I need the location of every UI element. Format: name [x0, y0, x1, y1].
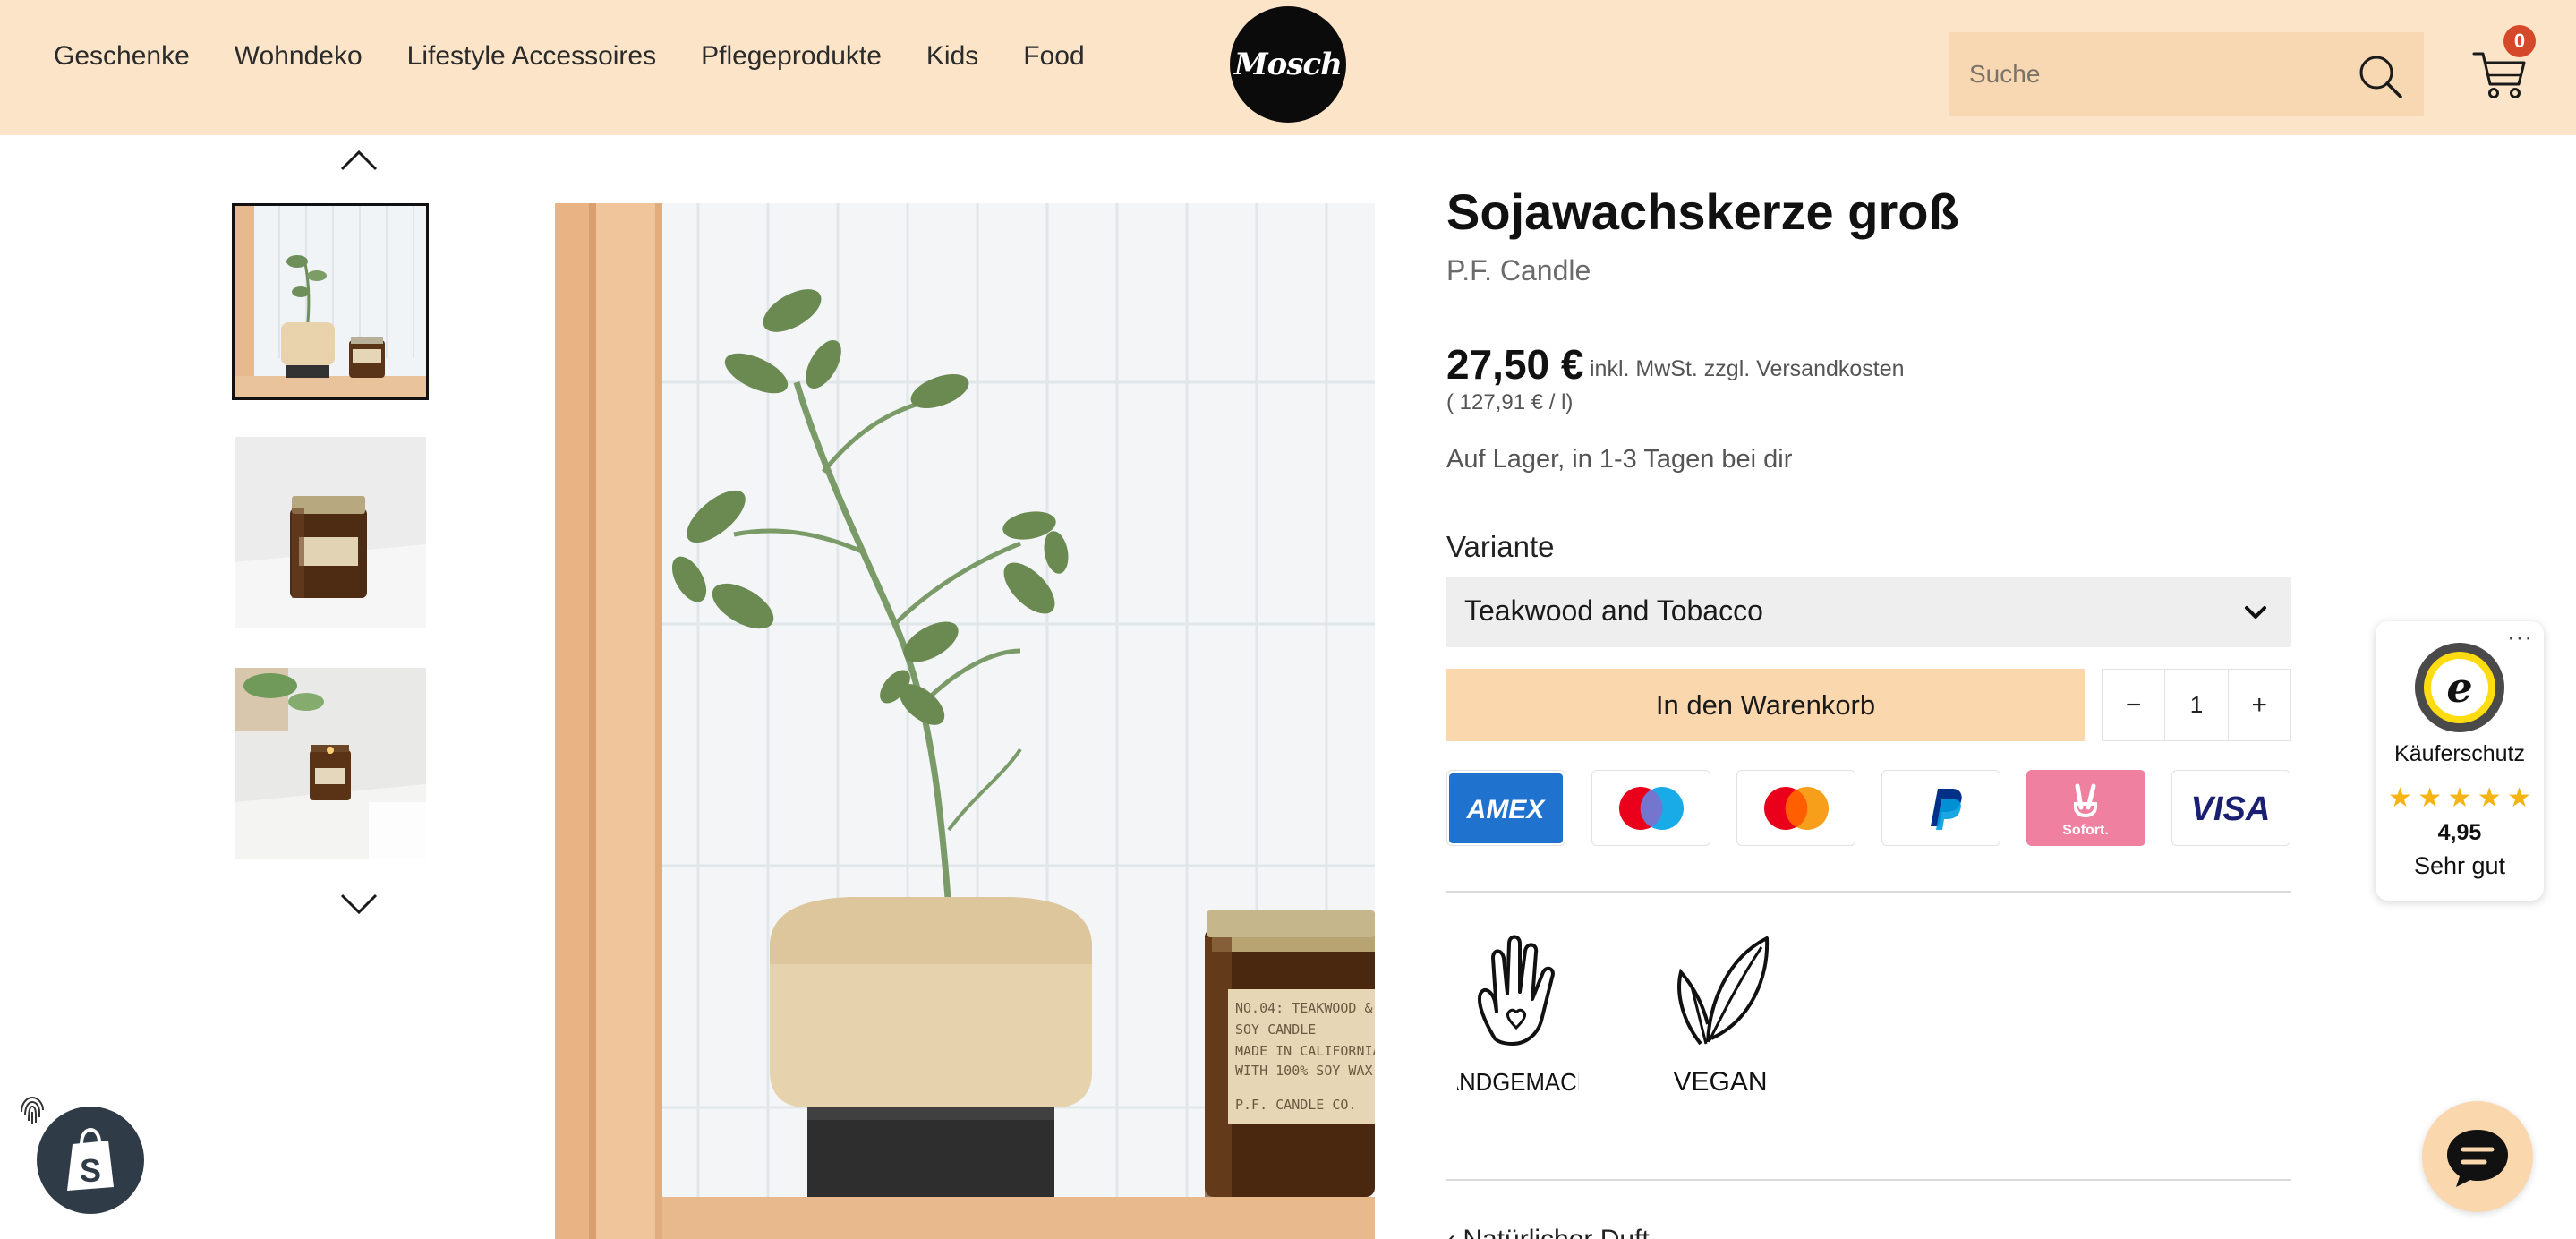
shopify-bag-icon: S	[67, 1127, 114, 1191]
chevron-down-icon	[2245, 606, 2266, 619]
nav-food[interactable]: Food	[1023, 41, 1084, 72]
main-product-image: NO.04: TEAKWOOD & SOY CANDLE MADE IN CAL…	[555, 203, 1375, 1239]
maestro-icon	[1591, 770, 1710, 846]
variant-selected-value: Teakwood and Tobacco	[1464, 594, 1763, 627]
search-input[interactable]	[1969, 32, 2327, 116]
visa-icon: VISA	[2171, 770, 2290, 846]
site-header: Geschenke Wohndeko Lifestyle Accessoires…	[0, 0, 2576, 135]
svg-text:e: e	[2446, 663, 2472, 712]
star-icon: ★	[2388, 783, 2412, 813]
candle-label-line-1: NO.04: TEAKWOOD &	[1235, 1000, 1373, 1016]
tax-note: inkl. MwSt. zzgl. Versandkosten	[1590, 356, 1905, 381]
accordion-natural-scent[interactable]: ‹ Natürlicher Duft	[1446, 1225, 1650, 1239]
add-to-cart-button[interactable]: In den Warenkorb	[1446, 669, 2085, 741]
star-icon: ★	[2447, 783, 2472, 813]
vegan-label: VEGAN	[1673, 1067, 1767, 1097]
variant-label: Variante	[1446, 530, 1555, 563]
unit-price: ( 127,91 € / l)	[1446, 390, 1574, 414]
thumbnail-1[interactable]	[232, 203, 429, 400]
candle-label-line-4: WITH 100% SOY WAX	[1235, 1063, 1373, 1079]
quantity-increase-button[interactable]: +	[2229, 670, 2290, 740]
sofort-icon: Sofort.	[2026, 770, 2145, 846]
product-photo-plant-and-candle: NO.04: TEAKWOOD & SOY CANDLE MADE IN CAL…	[555, 203, 1375, 1239]
thumbnail-2[interactable]	[235, 437, 426, 628]
section-divider-2	[1446, 1179, 2291, 1181]
thumbnail-candle-image	[235, 437, 426, 628]
accordion-label: Natürlicher Duft	[1463, 1225, 1649, 1239]
search-box	[1949, 32, 2424, 116]
thumbnail-candle-lit-image	[235, 668, 426, 859]
paypal-icon	[1881, 770, 2000, 846]
star-icon: ★	[2477, 783, 2502, 813]
nav-pflegeprodukte[interactable]: Pflegeprodukte	[701, 41, 882, 72]
hand-heart-icon: HANDGEMACHT	[1427, 935, 1608, 1096]
nav-wohndeko[interactable]: Wohndeko	[235, 41, 363, 72]
handmade-label: HANDGEMACHT	[1457, 1068, 1579, 1096]
quantity-decrease-button[interactable]: −	[2103, 670, 2164, 740]
sofort-label: Sofort.	[2062, 823, 2109, 838]
candle-label-line-5: P.F. CANDLE CO.	[1235, 1097, 1356, 1113]
amex-icon: AMEX	[1446, 770, 1565, 846]
variant-select[interactable]: Teakwood and Tobacco	[1446, 577, 2291, 647]
mastercard-icon	[1736, 770, 1855, 846]
quantity-stepper: − 1 +	[2102, 669, 2291, 741]
cart-count-badge: 0	[2503, 25, 2536, 57]
accordion-chevron-icon: ‹	[1446, 1225, 1463, 1239]
star-icon: ★	[2418, 783, 2443, 813]
thumbnail-3[interactable]	[235, 668, 426, 859]
visa-label: VISA	[2191, 790, 2271, 828]
nav-lifestyle-accessoires[interactable]: Lifestyle Accessoires	[407, 41, 656, 72]
rating-stars: ★ ★ ★ ★ ★	[2388, 782, 2531, 814]
search-icon[interactable]	[2356, 52, 2406, 102]
more-options-icon[interactable]: ···	[2507, 623, 2533, 651]
vegan-badge: VEGAN	[1665, 931, 1781, 1101]
buyer-protection-label: Käuferschutz	[2394, 741, 2525, 766]
trusted-shops-widget[interactable]: ··· e Käuferschutz ★ ★ ★ ★ ★ 4,95 Sehr g…	[2376, 621, 2544, 901]
thumbnail-up-arrow-icon[interactable]	[338, 146, 380, 173]
product-title: Sojawachskerze groß	[1446, 184, 1959, 240]
candle-label-line-3: MADE IN CALIFORNIA	[1235, 1043, 1375, 1059]
svg-text:S: S	[80, 1152, 101, 1189]
product-brand[interactable]: P.F. Candle	[1446, 254, 1591, 287]
nav-geschenke[interactable]: Geschenke	[54, 41, 190, 72]
chat-button[interactable]	[2422, 1101, 2533, 1212]
product-price: 27,50 €	[1446, 341, 1584, 388]
nav-kids[interactable]: Kids	[926, 41, 978, 72]
rating-value: 4,95	[2437, 820, 2482, 845]
quantity-input[interactable]: 1	[2164, 670, 2229, 740]
main-nav: Geschenke Wohndeko Lifestyle Accessoires…	[54, 41, 1085, 72]
stock-status: Auf Lager, in 1-3 Tagen bei dir	[1446, 445, 1793, 474]
leaf-icon: VEGAN	[1673, 936, 1770, 1097]
rating-text: Sehr gut	[2413, 852, 2506, 879]
chat-bubble-icon	[2447, 1130, 2508, 1187]
thumbnail-down-arrow-icon[interactable]	[338, 892, 380, 919]
logo-text: Mosch	[1234, 47, 1343, 82]
amex-label: AMEX	[1466, 795, 1547, 825]
star-icon: ★	[2507, 783, 2531, 813]
handmade-badge: HANDGEMACHT	[1427, 931, 1608, 1101]
trusted-shops-seal-icon: e	[2415, 643, 2504, 732]
shopify-shop-button[interactable]: S	[37, 1107, 144, 1214]
thumbnail-plant-candle-image	[235, 206, 426, 397]
logo[interactable]: Mosch	[1230, 6, 1346, 123]
candle-label-line-2: SOY CANDLE	[1235, 1021, 1316, 1038]
section-divider	[1446, 891, 2291, 893]
